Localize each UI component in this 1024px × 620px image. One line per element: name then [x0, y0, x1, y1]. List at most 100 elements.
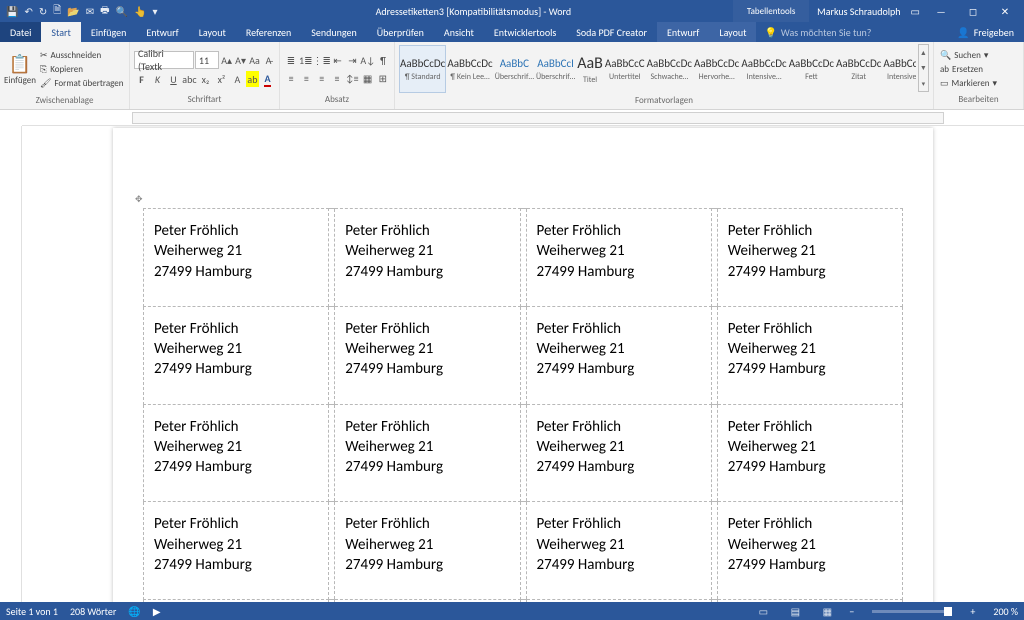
text-effects-button[interactable]: A — [230, 71, 245, 87]
label-cell[interactable]: Peter FröhlichWeiherweg 2127499 Hamburg — [717, 209, 902, 307]
style-tile[interactable]: AaBbCcIÜberschrif… — [535, 45, 576, 93]
strike-button[interactable]: abc — [182, 71, 197, 87]
justify-button[interactable]: ≡ — [330, 70, 344, 86]
ribbon-options-icon[interactable]: ▭ — [911, 5, 920, 18]
replace-button[interactable]: abErsetzen — [938, 63, 1019, 76]
label-cell[interactable]: Peter FröhlichWeiherweg 2127499 Hamburg — [526, 404, 711, 502]
subscript-button[interactable]: x₂ — [198, 71, 213, 87]
shrink-font-button[interactable]: A▾ — [234, 52, 247, 68]
copy-button[interactable]: ⎘Kopieren — [38, 63, 126, 76]
tab-datei[interactable]: Datei — [0, 22, 41, 42]
cut-button[interactable]: ✂Ausschneiden — [38, 49, 126, 62]
page[interactable]: ✥ Peter FröhlichWeiherweg 2127499 Hambur… — [113, 128, 933, 602]
zoom-slider[interactable] — [872, 610, 952, 613]
tab-ansicht[interactable]: Ansicht — [434, 22, 484, 42]
italic-button[interactable]: K — [150, 71, 165, 87]
label-cell[interactable]: Peter FröhlichWeiherweg 2127499 Hamburg — [335, 600, 520, 603]
tab-layout[interactable]: Layout — [189, 22, 236, 42]
clear-format-button[interactable]: A̶ — [262, 52, 275, 68]
tab-entwurf[interactable]: Entwurf — [136, 22, 188, 42]
tab-sendungen[interactable]: Sendungen — [301, 22, 366, 42]
bullets-button[interactable]: ≣ — [284, 52, 298, 68]
paste-button[interactable]: 📋 Einfügen — [4, 44, 36, 94]
borders-button[interactable]: ⊞ — [376, 70, 390, 86]
numbering-button[interactable]: 1≣ — [299, 52, 313, 68]
status-words[interactable]: 208 Wörter — [70, 605, 116, 618]
style-tile[interactable]: AaBbCcDcZitat — [835, 45, 882, 93]
style-tile[interactable]: AaBbCcDc¶ Kein Lee… — [446, 45, 493, 93]
tab-einfuegen[interactable]: Einfügen — [81, 22, 137, 42]
label-cell[interactable]: Peter FröhlichWeiherweg 2127499 Hamburg — [144, 209, 329, 307]
grow-font-button[interactable]: A▴ — [220, 52, 233, 68]
highlight-button[interactable]: ab — [246, 71, 259, 87]
tab-tt-layout[interactable]: Layout — [709, 22, 756, 42]
label-cell[interactable]: Peter FröhlichWeiherweg 2127499 Hamburg — [335, 209, 520, 307]
styles-gallery[interactable]: AaBbCcDc¶ StandardAaBbCcDc¶ Kein Lee… AaB… — [399, 44, 916, 94]
style-tile[interactable]: AaBbCcCUntertitel — [604, 45, 646, 93]
label-cell[interactable]: Peter FröhlichWeiherweg 2127499 Hamburg — [526, 209, 711, 307]
maximize-button[interactable]: ◻ — [962, 5, 984, 18]
outdent-button[interactable]: ⇤ — [331, 52, 345, 68]
tab-start[interactable]: Start — [41, 22, 80, 42]
status-page[interactable]: Seite 1 von 1 — [6, 605, 58, 618]
mail-icon[interactable]: ✉ — [86, 5, 94, 18]
label-cell[interactable]: Peter FröhlichWeiherweg 2127499 Hamburg — [144, 600, 329, 603]
label-cell[interactable]: Peter FröhlichWeiherweg 2127499 Hamburg — [717, 502, 902, 600]
tab-ueberpruefen[interactable]: Überprüfen — [367, 22, 434, 42]
label-cell[interactable]: Peter FröhlichWeiherweg 2127499 Hamburg — [717, 306, 902, 404]
view-print-button[interactable]: ▤ — [785, 605, 805, 618]
pilcrow-button[interactable]: ¶ — [376, 52, 390, 68]
style-tile[interactable]: AaBbCcDcSchwache… — [646, 45, 693, 93]
style-tile[interactable]: AaBbCcDcIntensive… — [740, 45, 787, 93]
font-size-combo[interactable]: 11 — [195, 51, 219, 69]
label-cell[interactable]: Peter FröhlichWeiherweg 2127499 Hamburg — [717, 600, 902, 603]
style-tile[interactable]: AaBbCcDcHervorhe… — [693, 45, 740, 93]
tell-me[interactable]: 💡 Was möchten Sie tun? — [764, 22, 871, 42]
tab-entwicklertools[interactable]: Entwicklertools — [484, 22, 566, 42]
multilevel-button[interactable]: ⋮≣ — [314, 52, 330, 68]
styles-scroll[interactable]: ▲▼▾ — [918, 44, 929, 92]
style-tile[interactable]: AaBbCcDcFett — [788, 45, 835, 93]
table-move-handle[interactable]: ✥ — [135, 194, 143, 205]
style-tile[interactable]: AaBTitel — [576, 45, 604, 93]
label-cell[interactable]: Peter FröhlichWeiherweg 2127499 Hamburg — [144, 404, 329, 502]
zoom-out-button[interactable]: − — [849, 605, 854, 618]
find-button[interactable]: 🔍Suchen ▾ — [938, 49, 1019, 62]
preview-icon[interactable]: 🔍 — [116, 5, 128, 18]
style-tile[interactable]: AaBbCcDcIntensives… — [882, 45, 915, 93]
redo-icon[interactable]: ↻ — [39, 5, 47, 18]
document-scroll[interactable]: ✥ Peter FröhlichWeiherweg 2127499 Hambur… — [22, 126, 1024, 602]
format-painter-button[interactable]: 🖌Format übertragen — [38, 77, 126, 90]
qat-more-icon[interactable]: ▾ — [152, 5, 157, 18]
label-cell[interactable]: Peter FröhlichWeiherweg 2127499 Hamburg — [144, 306, 329, 404]
select-button[interactable]: ▭Markieren ▾ — [938, 77, 1019, 90]
user-name[interactable]: Markus Schraudolph — [817, 5, 900, 18]
open-icon[interactable]: 📂 — [67, 5, 79, 18]
superscript-button[interactable]: x² — [214, 71, 229, 87]
style-tile[interactable]: AaBbCcDc¶ Standard — [399, 45, 446, 93]
tab-soda-pdf[interactable]: Soda PDF Creator — [566, 22, 657, 42]
label-cell[interactable]: Peter FröhlichWeiherweg 2127499 Hamburg — [717, 404, 902, 502]
tab-referenzen[interactable]: Referenzen — [236, 22, 301, 42]
vertical-ruler[interactable] — [0, 126, 22, 602]
bold-button[interactable]: F — [134, 71, 149, 87]
zoom-in-button[interactable]: + — [970, 605, 975, 618]
align-left-button[interactable]: ≡ — [284, 70, 298, 86]
status-macro-icon[interactable]: ▶ — [153, 605, 161, 618]
new-icon[interactable]: 🗎 — [53, 3, 61, 20]
label-cell[interactable]: Peter FröhlichWeiherweg 2127499 Hamburg — [335, 306, 520, 404]
label-cell[interactable]: Peter FröhlichWeiherweg 2127499 Hamburg — [526, 600, 711, 603]
label-cell[interactable]: Peter FröhlichWeiherweg 2127499 Hamburg — [526, 502, 711, 600]
undo-icon[interactable]: ↶ — [24, 5, 32, 18]
font-name-combo[interactable]: Calibri (Textk — [134, 51, 194, 69]
label-cell[interactable]: Peter FröhlichWeiherweg 2127499 Hamburg — [335, 502, 520, 600]
touch-icon[interactable]: 👆 — [134, 5, 146, 18]
label-cell[interactable]: Peter FröhlichWeiherweg 2127499 Hamburg — [526, 306, 711, 404]
minimize-button[interactable]: — — [930, 5, 952, 18]
label-cell[interactable]: Peter FröhlichWeiherweg 2127499 Hamburg — [144, 502, 329, 600]
status-lang-icon[interactable]: 🌐 — [128, 605, 140, 618]
font-color-button[interactable]: A — [260, 71, 275, 87]
sort-button[interactable]: A↓ — [360, 52, 375, 68]
close-button[interactable]: ✕ — [994, 5, 1016, 18]
zoom-level[interactable]: 200 % — [993, 605, 1018, 618]
